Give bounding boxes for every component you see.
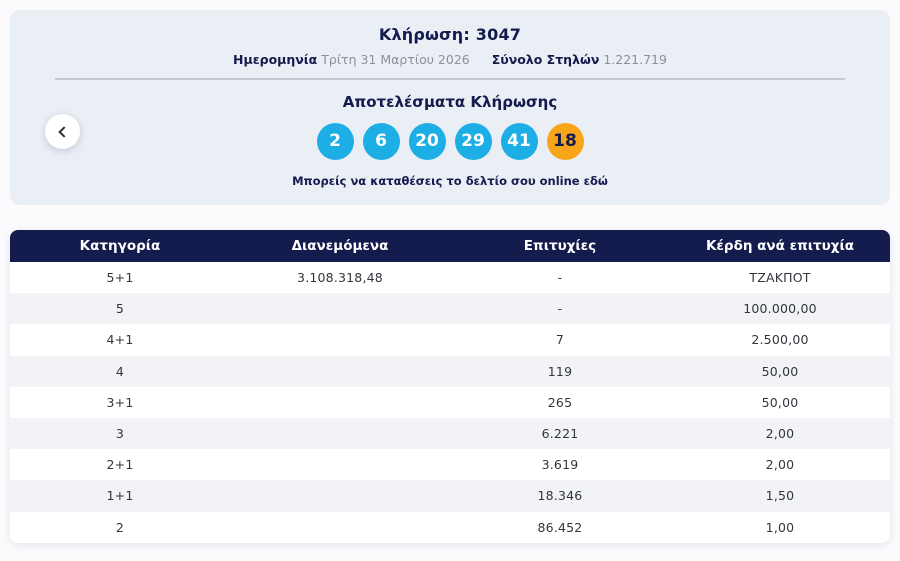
total-columns-label: Σύνολο Στηλών	[491, 52, 600, 67]
table-header-cell: Κέρδη ανά επιτυχία	[705, 238, 855, 254]
table-cell-distributed: 3.108.318,48	[297, 270, 383, 286]
deposit-online-link[interactable]: Μπορείς να καταθέσεις το δελτίο σου onli…	[292, 174, 608, 188]
winning-number-ball: 2	[316, 123, 354, 160]
table-row: 3 6.221 2,00	[10, 417, 890, 450]
table-cell-distributed	[230, 356, 450, 387]
draw-meta: Ημερομηνία Τρίτη 31 Μαρτίου 2026 Σύνολο …	[10, 52, 890, 67]
table-row: 2+1 3.619 2,00	[10, 449, 890, 481]
table-cell-winners: 3.619	[541, 457, 579, 473]
table-cell-category: 2+1	[106, 457, 134, 473]
table-cell-distributed	[230, 512, 450, 543]
table-cell-distributed	[230, 418, 450, 449]
draw-title-label: Κλήρωση:	[378, 25, 470, 44]
table-cell-prize: 100.000,00	[743, 301, 817, 317]
table-row: 5 - 100.000,00	[10, 293, 890, 325]
table-cell-winners: 18.346	[537, 488, 583, 504]
table-cell-category: 1+1	[106, 488, 134, 504]
table-cell-distributed	[230, 293, 450, 324]
table-cell-winners: -	[557, 301, 563, 317]
table-cell-prize: ΤΖΑΚΠΟΤ	[749, 270, 811, 286]
table-cell-winners: 6.221	[541, 426, 579, 442]
winning-number-ball: 6	[362, 123, 400, 160]
winning-number-ball: 41	[500, 123, 538, 160]
table-cell-category: 5+1	[106, 270, 134, 286]
table-cell-winners: -	[557, 270, 563, 286]
table-row: 4+1 7 2.500,00	[10, 324, 890, 356]
table-row: 2 86.452 1,00	[10, 511, 890, 543]
table-header-row: Κατηγορία Διανεμόμενα Επιτυχίες Κέρδη ανά ε…	[10, 230, 890, 262]
table-cell-distributed	[230, 324, 450, 355]
table-row: 4 119 50,00	[10, 355, 890, 387]
draw-date: Ημερομηνία Τρίτη 31 Μαρτίου 2026	[233, 52, 470, 67]
table-cell-prize: 2,00	[765, 457, 795, 473]
table-cell-prize: 1,00	[765, 519, 795, 535]
chevron-left-icon	[58, 125, 70, 138]
previous-draw-button[interactable]	[45, 114, 80, 149]
table-cell-prize: 50,00	[761, 363, 799, 379]
table-cell-prize: 50,00	[761, 394, 799, 410]
table-cell-category: 3+1	[106, 394, 134, 410]
divider	[55, 78, 845, 80]
table-cell-distributed	[230, 449, 450, 480]
prize-table: Κατηγορία Διανεμόμενα Επιτυχίες Κέρδη ανά ε…	[10, 230, 890, 543]
draw-date-label: Ημερομηνία	[233, 52, 318, 67]
draw-date-value: Τρίτη 31 Μαρτίου 2026	[321, 52, 470, 67]
table-cell-category: 5	[115, 301, 125, 317]
table-cell-winners: 119	[547, 363, 573, 379]
draw-card: Κλήρωση: 3047 Ημερομηνία Τρίτη 31 Μαρτίο…	[10, 10, 890, 205]
winning-number-ball: 20	[408, 123, 446, 160]
table-cell-winners: 265	[547, 394, 573, 410]
table-header-cell: Διανεμόμενα	[291, 238, 389, 254]
table-cell-category: 4+1	[106, 332, 134, 348]
table-header-cell: Επιτυχίες	[523, 238, 597, 254]
winning-number-ball: 29	[454, 123, 492, 160]
table-row: 5+1 3.108.318,48 - ΤΖΑΚΠΟΤ	[10, 262, 890, 294]
total-columns: Σύνολο Στηλών 1.221.719	[492, 52, 667, 67]
table-cell-category: 2	[115, 519, 125, 535]
table-body: 5+1 3.108.318,48 - ΤΖΑΚΠΟΤ 5 - 100.000,00 4+1 7 2…	[10, 262, 890, 543]
page: Κλήρωση: 3047 Ημερομηνία Τρίτη 31 Μαρτίο…	[0, 0, 900, 561]
total-columns-value: 1.221.719	[603, 52, 667, 67]
draw-title: Κλήρωση: 3047	[10, 10, 890, 44]
joker-number-ball: 18	[546, 123, 584, 160]
table-cell-distributed	[230, 480, 450, 511]
table-cell-prize: 2.500,00	[751, 332, 809, 348]
table-cell-category: 3	[115, 426, 125, 442]
draw-number: 3047	[475, 25, 522, 44]
winning-numbers: 2 6 20 29 41 18	[10, 123, 890, 160]
table-cell-prize: 1,50	[765, 488, 795, 504]
table-cell-category: 4	[115, 363, 125, 379]
table-cell-distributed	[230, 387, 450, 418]
table-cell-winners: 7	[555, 332, 565, 348]
table-header-cell: Κατηγορία	[79, 238, 161, 254]
table-cell-prize: 2,00	[765, 426, 795, 442]
table-row: 1+1 18.346 1,50	[10, 480, 890, 512]
table-cell-winners: 86.452	[537, 519, 583, 535]
results-title: Αποτελέσματα Κλήρωσης	[342, 93, 558, 111]
table-row: 3+1 265 50,00	[10, 386, 890, 418]
